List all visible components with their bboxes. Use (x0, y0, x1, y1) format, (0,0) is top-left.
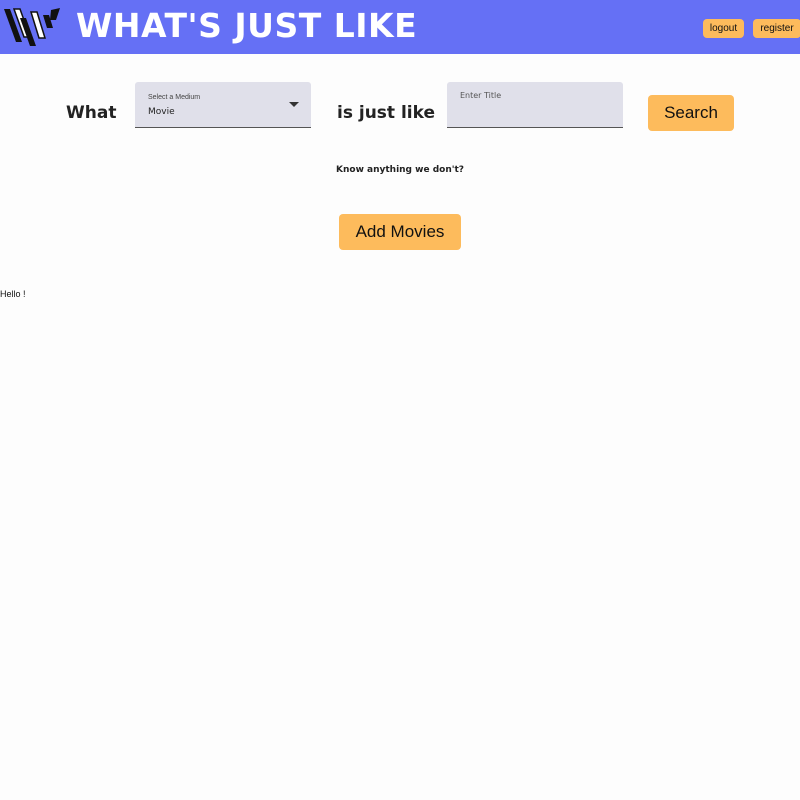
what-label: What (66, 103, 117, 123)
title-field[interactable] (447, 82, 623, 128)
logout-button[interactable]: logout (703, 19, 744, 38)
greeting-text: Hello ! (0, 289, 26, 299)
contribute-prompt: Know anything we don't? (336, 165, 464, 175)
site-title: WHAT'S JUST LIKE (76, 6, 418, 45)
app-header: WHAT'S JUST LIKE logout register (0, 0, 800, 54)
search-button[interactable]: Search (648, 95, 734, 131)
chevron-down-icon[interactable] (289, 102, 299, 107)
title-input[interactable] (447, 82, 623, 127)
add-movies-button[interactable]: Add Movies (339, 214, 461, 250)
is-just-like-label: is just like (337, 103, 435, 123)
wjl-logo-icon[interactable] (4, 6, 60, 46)
medium-select[interactable]: Select a Medium Movie (135, 82, 311, 128)
register-button[interactable]: register (753, 19, 800, 38)
medium-select-label: Select a Medium (148, 94, 201, 101)
medium-select-value: Movie (148, 107, 175, 117)
